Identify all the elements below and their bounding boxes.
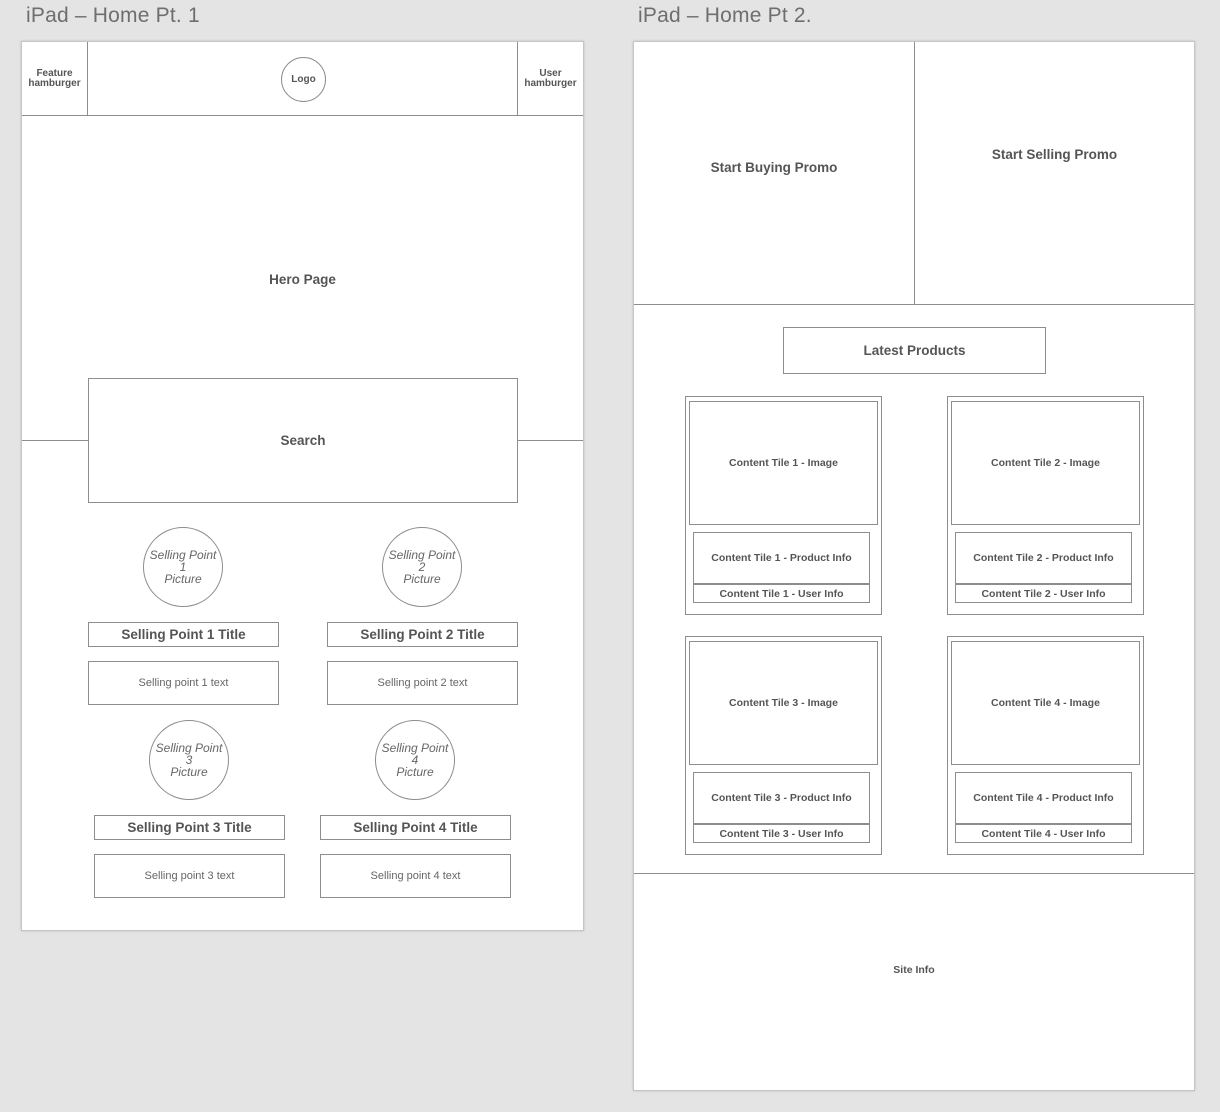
- content-tile-2-product-info: Content Tile 2 - Product Info: [955, 532, 1132, 584]
- latest-products-heading: Latest Products: [783, 327, 1046, 374]
- content-tile-2[interactable]: Content Tile 2 - Image Content Tile 2 - …: [947, 396, 1144, 615]
- hero-bottom-line-left: [22, 440, 88, 441]
- selling-point-3-title: Selling Point 3 Title: [94, 815, 285, 840]
- header-divider-left: [87, 42, 88, 116]
- promo-divider: [914, 42, 915, 305]
- site-info-footer: Site Info: [893, 964, 935, 976]
- content-tile-2-image: Content Tile 2 - Image: [951, 401, 1140, 525]
- content-tile-2-user-info: Content Tile 2 - User Info: [955, 584, 1132, 603]
- selling-point-2-text: Selling point 2 text: [327, 661, 518, 705]
- selling-point-3-text: Selling point 3 text: [94, 854, 285, 898]
- selling-point-3-picture: Selling Point 3 Picture: [149, 720, 229, 800]
- start-selling-promo[interactable]: Start Selling Promo: [915, 42, 1194, 304]
- artboard-title-home-pt2: iPad – Home Pt 2.: [638, 4, 812, 27]
- promo-bottom-line: [634, 304, 1194, 305]
- selling-point-1-picture: Selling Point 1 Picture: [143, 527, 223, 607]
- selling-point-4-picture: Selling Point 4 Picture: [375, 720, 455, 800]
- content-tile-1-user-info: Content Tile 1 - User Info: [693, 584, 870, 603]
- content-tile-4-image: Content Tile 4 - Image: [951, 641, 1140, 765]
- content-tile-1-product-info: Content Tile 1 - Product Info: [693, 532, 870, 584]
- selling-point-2-title: Selling Point 2 Title: [327, 622, 518, 647]
- content-tile-4[interactable]: Content Tile 4 - Image Content Tile 4 - …: [947, 636, 1144, 855]
- content-tile-3-user-info: Content Tile 3 - User Info: [693, 824, 870, 843]
- content-tile-4-product-info: Content Tile 4 - Product Info: [955, 772, 1132, 824]
- user-hamburger-button[interactable]: User hamburger: [518, 42, 583, 116]
- content-tile-4-user-info: Content Tile 4 - User Info: [955, 824, 1132, 843]
- logo[interactable]: Logo: [281, 57, 326, 102]
- content-tile-3-product-info: Content Tile 3 - Product Info: [693, 772, 870, 824]
- search-label: Search: [280, 433, 326, 448]
- user-hamburger-label-line2: hamburger: [524, 78, 577, 89]
- logo-label: Logo: [291, 74, 316, 85]
- search-box[interactable]: Search: [88, 378, 518, 503]
- selling-point-1-text: Selling point 1 text: [88, 661, 279, 705]
- content-tile-3-image: Content Tile 3 - Image: [689, 641, 878, 765]
- start-buying-promo[interactable]: Start Buying Promo: [634, 42, 914, 304]
- feature-hamburger-button[interactable]: Feature hamburger: [22, 42, 87, 116]
- artboard-title-home-pt1: iPad – Home Pt. 1: [26, 4, 200, 27]
- selling-point-4-text: Selling point 4 text: [320, 854, 511, 898]
- hero-bottom-line-right: [517, 440, 583, 441]
- artboard-home-pt2: Start Buying Promo Start Selling Promo L…: [633, 41, 1195, 1091]
- selling-point-4-title: Selling Point 4 Title: [320, 815, 511, 840]
- content-tile-3[interactable]: Content Tile 3 - Image Content Tile 3 - …: [685, 636, 882, 855]
- feature-hamburger-label-line2: hamburger: [28, 78, 81, 89]
- selling-point-1-title: Selling Point 1 Title: [88, 622, 279, 647]
- artboard-home-pt1: Feature hamburger Logo User hamburger He…: [21, 41, 584, 931]
- selling-point-2-picture: Selling Point 2 Picture: [382, 527, 462, 607]
- content-tile-1[interactable]: Content Tile 1 - Image Content Tile 1 - …: [685, 396, 882, 615]
- content-tile-1-image: Content Tile 1 - Image: [689, 401, 878, 525]
- hero-label: Hero Page: [269, 271, 336, 287]
